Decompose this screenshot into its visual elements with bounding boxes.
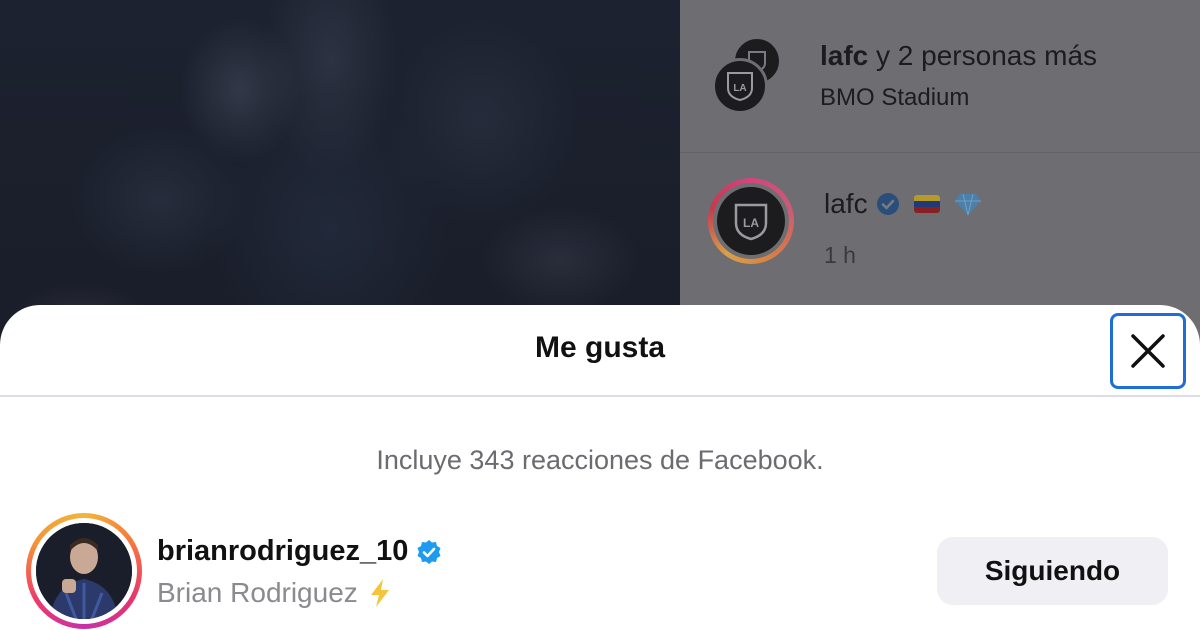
author-avatar[interactable]: LA: [708, 178, 794, 264]
username[interactable]: brianrodriguez_10: [157, 535, 408, 568]
sheet-title: Me gusta: [534, 331, 666, 364]
svg-text:LA: LA: [733, 83, 746, 94]
list-item[interactable]: brianrodriguez_10 Brian Rodriguez Siguie…: [0, 505, 1200, 630]
post-author-row: lafc: [824, 188, 982, 220]
full-name: Brian Rodriguez: [157, 577, 358, 608]
author-avatar-image: LA: [717, 187, 785, 255]
full-name-row: Brian Rodriguez: [157, 577, 392, 609]
username-row: brianrodriguez_10: [157, 535, 442, 568]
lightning-icon: [370, 579, 389, 607]
avatar-gap: [31, 518, 137, 624]
post-author-name[interactable]: lafc: [824, 188, 868, 220]
gem-icon: [954, 193, 981, 216]
lafc-crest-icon: LA: [734, 203, 768, 241]
screen: LA lafc y 2 personas más BMO Stadium LA …: [0, 0, 1200, 630]
facebook-reactions-info: Incluye 343 reacciones de Facebook.: [376, 445, 824, 475]
post-header: LA lafc y 2 personas más BMO Stadium: [680, 0, 1200, 153]
post-location[interactable]: BMO Stadium: [820, 84, 969, 112]
avatar-photo: [36, 523, 132, 619]
svg-text:LA: LA: [743, 216, 759, 230]
close-icon: [1131, 334, 1165, 368]
post-timestamp: 1 h: [824, 242, 856, 268]
following-button[interactable]: Siguiendo: [937, 537, 1168, 605]
close-button[interactable]: [1110, 313, 1186, 389]
lafc-crest-icon: LA: [727, 72, 753, 102]
verified-badge-icon: [876, 193, 899, 215]
verified-badge-icon: [417, 539, 441, 564]
author-avatar-gap: LA: [713, 183, 789, 259]
post-header-title: lafc y 2 personas más: [820, 40, 1097, 72]
likes-sheet-header: Me gusta: [0, 305, 1200, 397]
user-photo-illustration: [36, 523, 132, 619]
venezuela-flag-icon: [913, 195, 940, 213]
avatar[interactable]: [26, 513, 142, 629]
lafc-avatar[interactable]: LA: [712, 58, 768, 114]
header-others[interactable]: y 2 personas más: [876, 40, 1097, 71]
likes-sheet: Me gusta Incluye 343 reacciones de Faceb…: [0, 305, 1200, 630]
header-username[interactable]: lafc: [820, 40, 868, 71]
